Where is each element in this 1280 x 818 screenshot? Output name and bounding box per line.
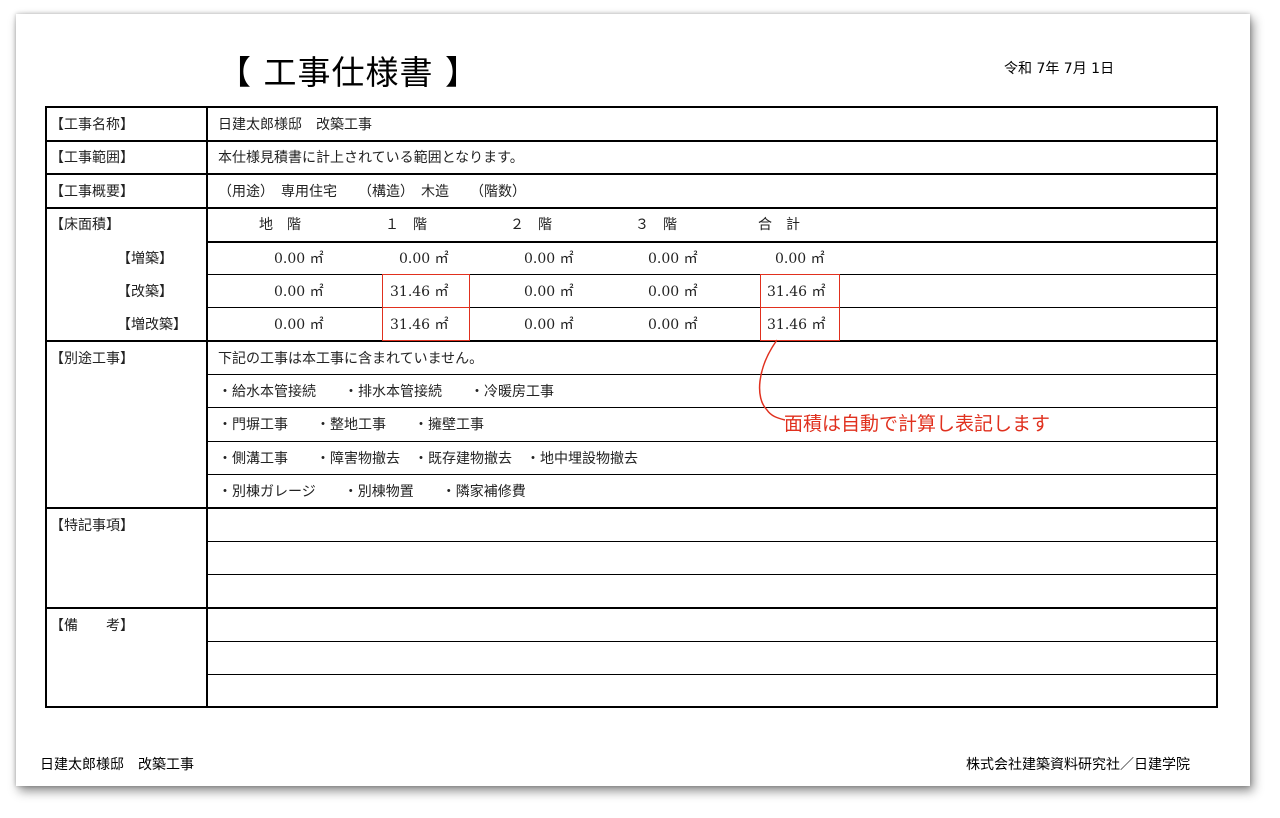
highlight-box-floor1-ext [382, 307, 470, 341]
col-floor2: ２ 階 [510, 217, 552, 233]
area-value: 0.00 ㎡ [274, 317, 324, 333]
label-ext-renovation: 【増改築】 [117, 317, 187, 333]
spec-table: 【工事名称】 日建太郎様邸 改築工事 【工事範囲】 本仕様見積書に計上されている… [45, 106, 1218, 708]
label-renovation: 【改築】 [117, 284, 173, 300]
area-value: 0.00 ㎡ [648, 251, 698, 267]
highlight-box-total-renovation [760, 274, 840, 308]
separate-line: 下記の工事は本工事に含まれていません。 [218, 351, 484, 367]
col-basement: 地 階 [259, 217, 301, 233]
col-floor3: ３ 階 [635, 217, 677, 233]
annotation-note: 面積は自動で計算し表記します [784, 413, 1051, 435]
area-value: 0.00 ㎡ [648, 317, 698, 333]
value-overview: （用途） 専用住宅 （構造） 木造 （階数） [218, 184, 526, 200]
area-value: 0.00 ㎡ [524, 317, 574, 333]
separate-line: ・給水本管接続 ・排水本管接続 ・冷暖房工事 [218, 384, 554, 400]
label-remarks: 【備 考】 [50, 618, 134, 634]
value-scope: 本仕様見積書に計上されている範囲となります。 [218, 150, 524, 166]
col-floor1: １ 階 [385, 217, 427, 233]
highlight-box-total-ext [760, 307, 840, 341]
label-project-name: 【工事名称】 [50, 117, 134, 133]
area-value: 0.00 ㎡ [524, 251, 574, 267]
footer-company: 株式会社建築資料研究社／日建学院 [966, 757, 1190, 773]
area-value: 0.00 ㎡ [648, 284, 698, 300]
document-title: 【 工事仕様書 】 [218, 53, 479, 92]
area-value: 0.00 ㎡ [274, 284, 324, 300]
area-value: 0.00 ㎡ [274, 251, 324, 267]
label-floor-area: 【床面積】 [50, 217, 120, 233]
separate-line: ・側溝工事 ・障害物撤去 ・既存建物撤去 ・地中埋設物撤去 [218, 451, 638, 467]
area-value: 0.00 ㎡ [775, 251, 825, 267]
label-overview: 【工事概要】 [50, 184, 134, 200]
separate-line: ・門塀工事 ・整地工事 ・擁壁工事 [218, 417, 484, 433]
separate-line: ・別棟ガレージ ・別棟物置 ・隣家補修費 [218, 484, 526, 500]
label-special-notes: 【特記事項】 [50, 518, 134, 534]
highlight-box-floor1-renovation [382, 274, 470, 308]
label-separate-work: 【別途工事】 [50, 351, 134, 367]
area-value: 0.00 ㎡ [524, 284, 574, 300]
value-project-name: 日建太郎様邸 改築工事 [218, 117, 372, 133]
label-scope: 【工事範囲】 [50, 150, 134, 166]
document-date: 令和 7年 7月 1日 [1004, 61, 1115, 77]
area-value: 0.00 ㎡ [399, 251, 449, 267]
label-extension: 【増築】 [117, 251, 173, 267]
col-total: 合 計 [758, 217, 800, 233]
footer-project: 日建太郎様邸 改築工事 [40, 757, 194, 773]
